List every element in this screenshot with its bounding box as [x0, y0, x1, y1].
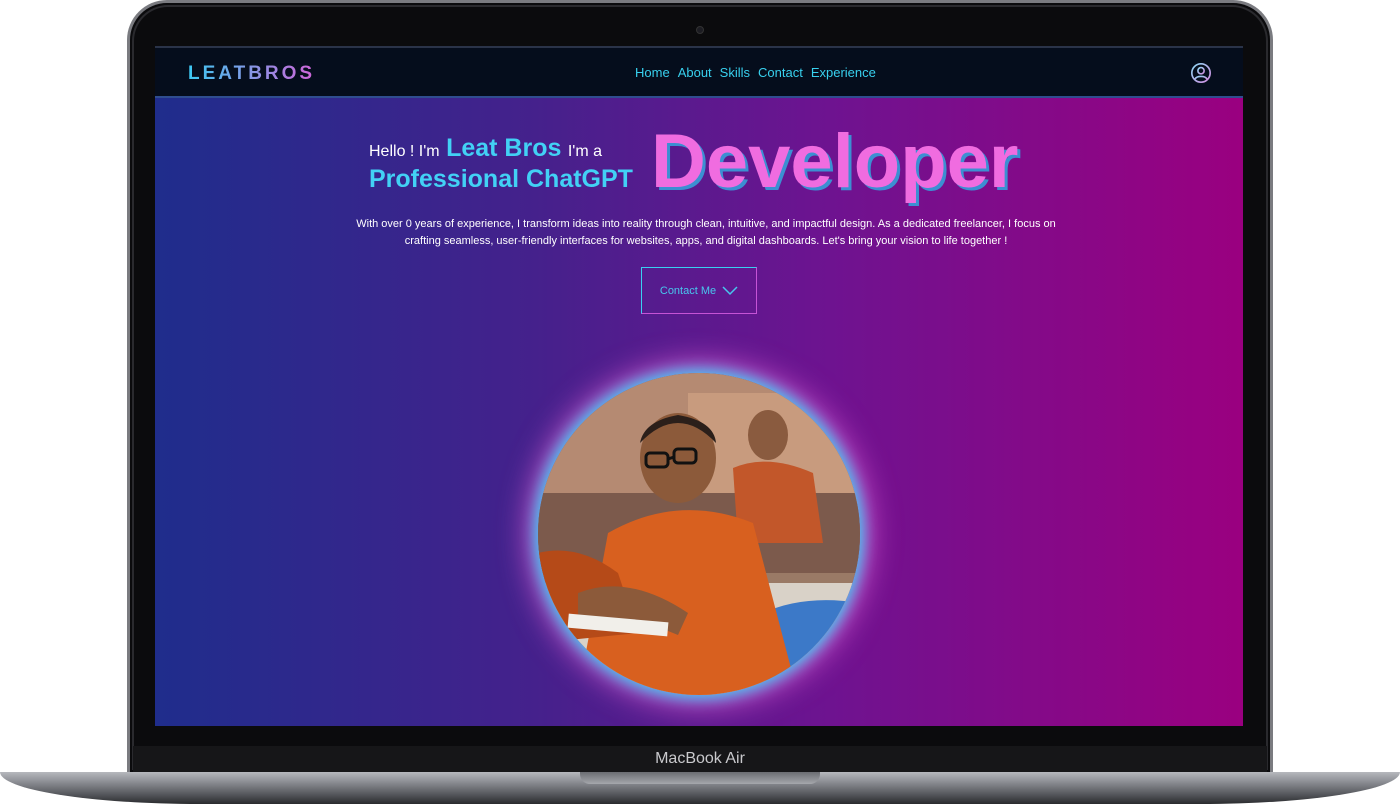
website-screen: LEATBROS Home About Skills Contact Exper…: [155, 46, 1243, 726]
greeting-prefix: Hello ! I'm: [369, 143, 440, 160]
navbar: LEATBROS Home About Skills Contact Exper…: [155, 46, 1243, 98]
hero-greeting: Hello ! I'm Leat Bros I'm a: [369, 134, 602, 163]
nav-menu: Home About Skills Contact Experience: [635, 65, 876, 80]
profile-photo-illustration: [538, 373, 860, 695]
laptop-notch: [580, 772, 820, 784]
user-circle-icon[interactable]: [1190, 62, 1212, 84]
hero-role-line: Professional ChatGPT: [369, 165, 633, 193]
hero-name: Leat Bros: [446, 134, 562, 162]
nav-link-experience[interactable]: Experience: [811, 65, 876, 80]
greeting-im-a: I'm a: [567, 143, 603, 160]
hero-role-title: Developer: [651, 119, 1019, 204]
hero-description: With over 0 years of experience, I trans…: [356, 218, 1056, 247]
chevron-down-icon: [722, 285, 738, 295]
nav-link-skills[interactable]: Skills: [720, 65, 750, 80]
laptop-mockup: LEATBROS Home About Skills Contact Exper…: [0, 0, 1400, 804]
camera-icon: [696, 26, 704, 34]
nav-link-home[interactable]: Home: [635, 65, 670, 80]
site-logo[interactable]: LEATBROS: [188, 63, 315, 85]
nav-link-about[interactable]: About: [678, 65, 712, 80]
nav-link-contact[interactable]: Contact: [758, 65, 803, 80]
profile-photo: [538, 373, 860, 695]
device-label: MacBook Air: [655, 750, 745, 767]
contact-me-label: Contact Me: [659, 284, 717, 297]
contact-me-button[interactable]: Contact Me: [641, 267, 757, 314]
